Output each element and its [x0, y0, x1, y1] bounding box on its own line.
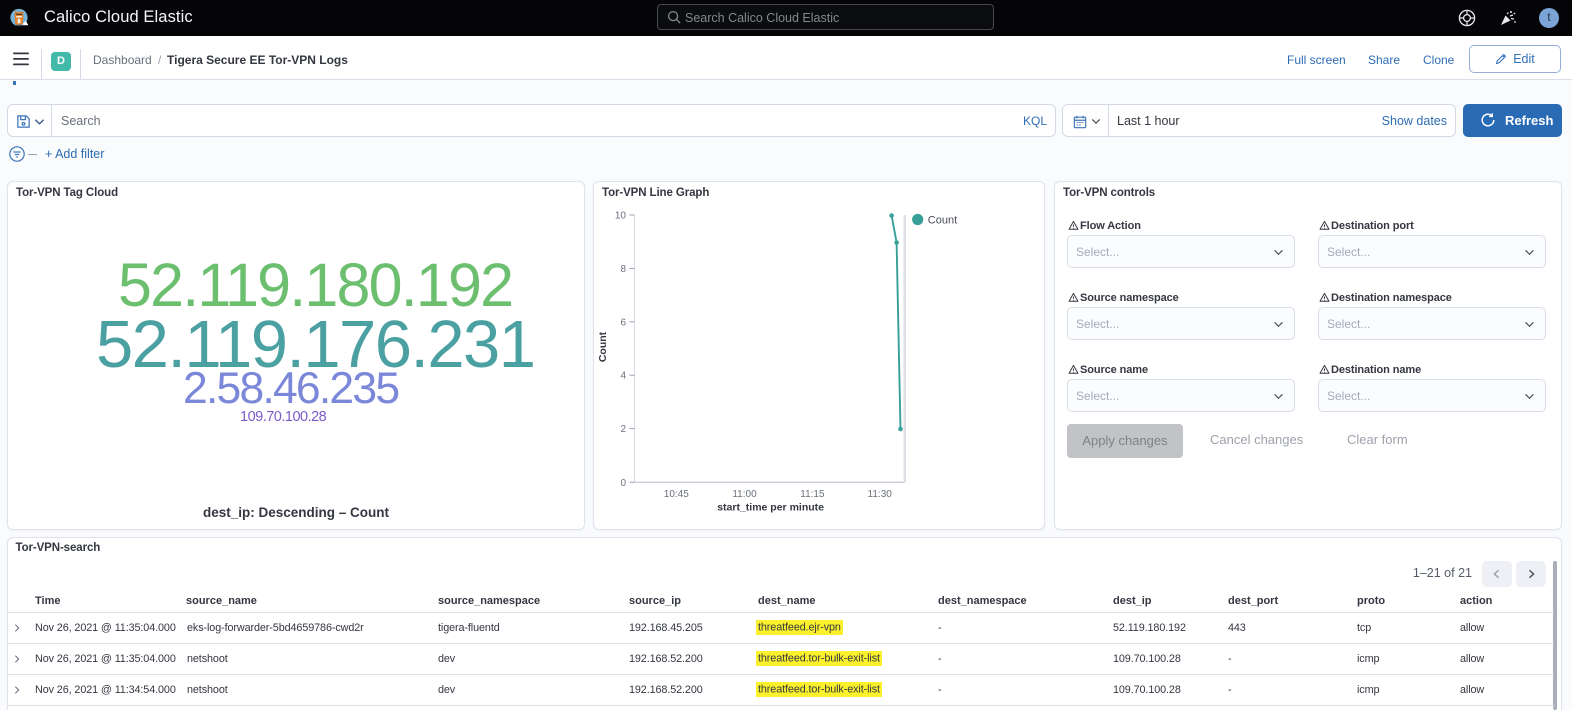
svg-text:0: 0	[620, 478, 626, 489]
svg-text:6: 6	[620, 317, 626, 328]
svg-text:11:30: 11:30	[868, 489, 893, 500]
svg-text:11:00: 11:00	[732, 489, 757, 500]
svg-text:start_time per minute: start_time per minute	[717, 502, 824, 514]
svg-text:11:15: 11:15	[800, 489, 825, 500]
svg-text:10: 10	[615, 211, 627, 222]
svg-text:4: 4	[620, 371, 626, 382]
svg-text:2: 2	[620, 424, 626, 435]
svg-text:10:45: 10:45	[664, 489, 689, 500]
svg-text:Count: Count	[928, 214, 957, 226]
svg-text:Count: Count	[597, 331, 609, 362]
svg-text:8: 8	[620, 264, 626, 275]
